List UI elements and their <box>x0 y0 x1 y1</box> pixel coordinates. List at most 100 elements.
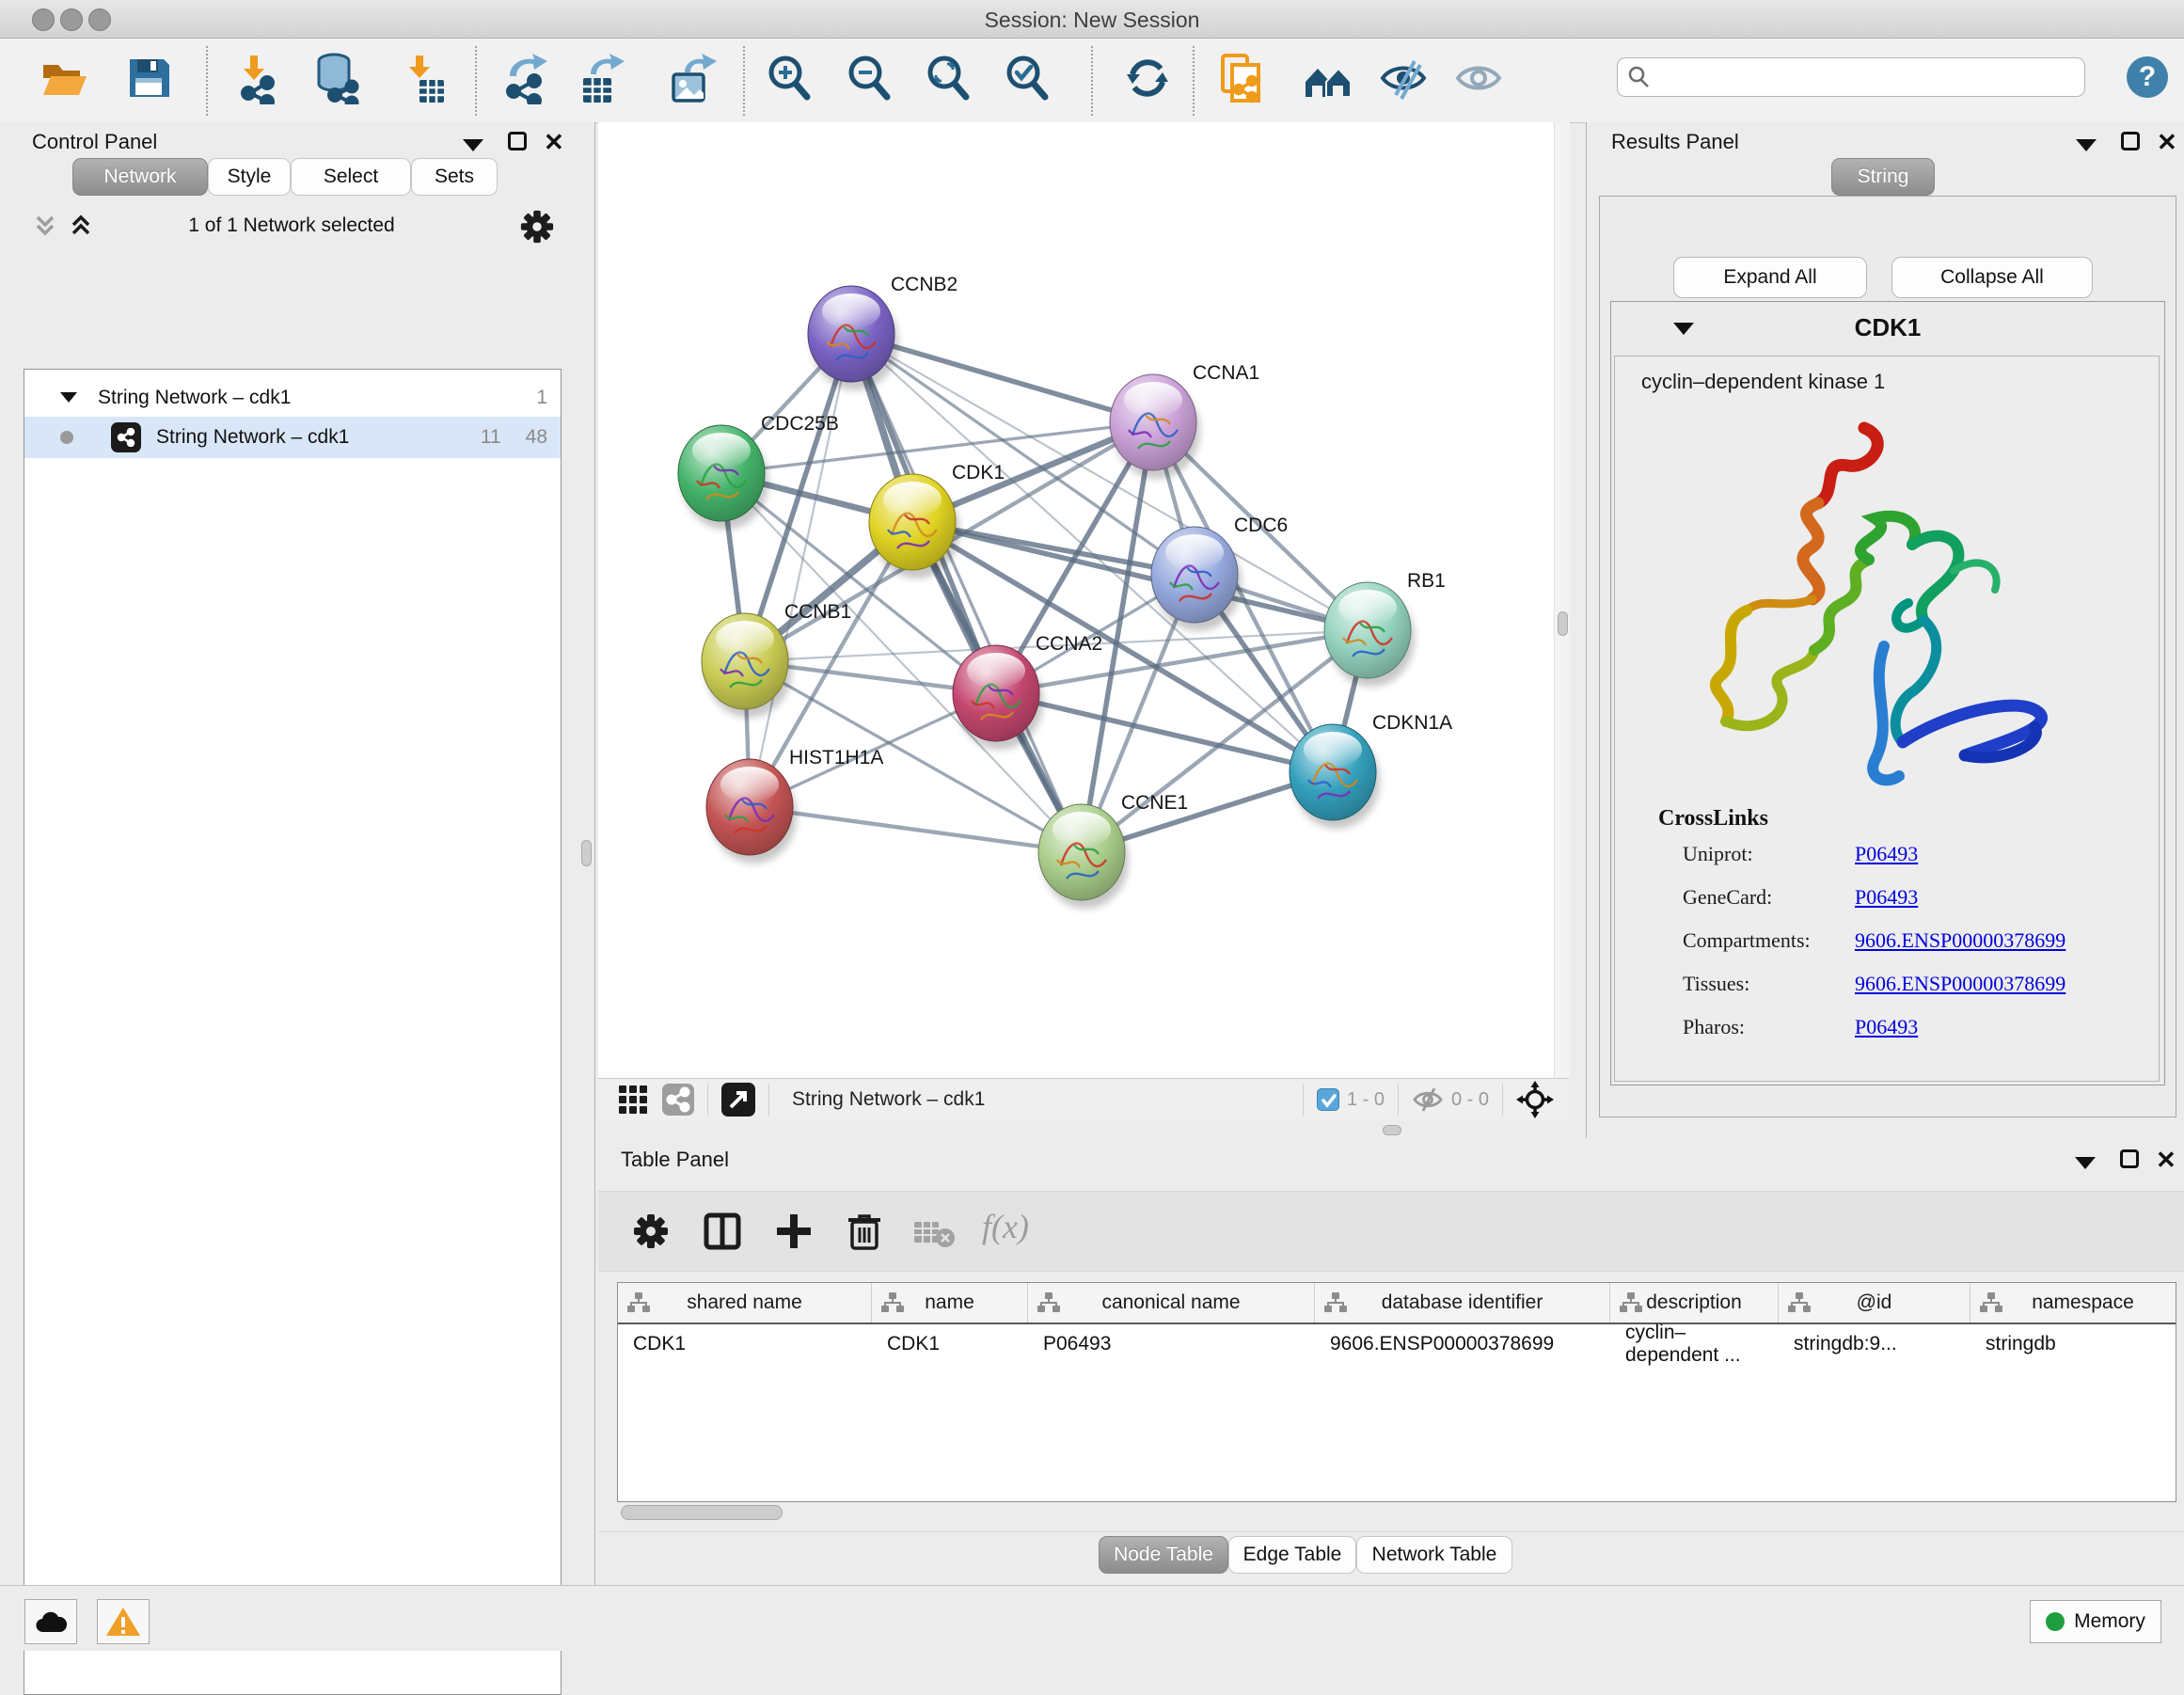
tab-edge-table[interactable]: Edge Table <box>1228 1536 1356 1574</box>
zoom-out-icon[interactable] <box>843 52 895 104</box>
column-header-name[interactable]: name <box>872 1283 1028 1323</box>
node-table[interactable]: shared namenamecanonical namedatabase id… <box>617 1282 2176 1502</box>
column-header-canonical-name[interactable]: canonical name <box>1028 1283 1315 1323</box>
network-node-cdkn1a[interactable] <box>1290 724 1380 829</box>
crosslink-label: Pharos: <box>1683 1015 1745 1039</box>
table-row[interactable]: CDK1CDK1P064939606.ENSP00000378699cyclin… <box>618 1324 2176 1364</box>
column-header-shared-name[interactable]: shared name <box>618 1283 872 1323</box>
network-node-ccna2[interactable] <box>953 645 1043 750</box>
tab-node-table[interactable]: Node Table <box>1099 1536 1228 1574</box>
column-header-database-identifier[interactable]: database identifier <box>1315 1283 1610 1323</box>
tab-network[interactable]: Network <box>72 158 208 196</box>
import-network-file-icon[interactable] <box>229 52 282 104</box>
table-cell[interactable]: cyclin–dependent ... <box>1610 1324 1779 1364</box>
open-in-window-icon[interactable] <box>721 1083 755 1117</box>
delete-column-trash-icon[interactable] <box>845 1211 884 1252</box>
hide-selected-eye-slash-icon[interactable] <box>1377 52 1430 104</box>
column-header--id[interactable]: @id <box>1779 1283 1970 1323</box>
network-node-hist1h1a[interactable] <box>706 759 797 863</box>
crosslink-link[interactable]: 9606.ENSP00000378699 <box>1855 972 2065 996</box>
table-cell[interactable]: CDK1 <box>872 1324 1028 1364</box>
network-collection-row[interactable]: String Network – cdk1 1 <box>24 377 561 419</box>
network-node-ccnb2[interactable] <box>808 286 898 390</box>
panel-close-icon[interactable]: ✕ <box>2157 128 2177 157</box>
tab-network-table[interactable]: Network Table <box>1356 1536 1512 1574</box>
network-selection-status: 1 of 1 Network selected <box>113 214 470 237</box>
network-node-cdc25b[interactable] <box>678 425 768 530</box>
tab-string[interactable]: String <box>1831 158 1935 196</box>
table-cell[interactable]: stringdb <box>1970 1324 2176 1364</box>
show-columns-icon[interactable] <box>704 1212 741 1250</box>
fit-selected-crosshair-icon[interactable] <box>1516 1081 1554 1118</box>
function-builder-icon: f(x) <box>982 1207 1029 1246</box>
crosslink-link[interactable]: 9606.ENSP00000378699 <box>1855 928 2065 953</box>
tab-style[interactable]: Style <box>208 158 291 196</box>
network-scrollbar[interactable] <box>1554 122 1570 1078</box>
save-session-icon[interactable] <box>122 52 175 104</box>
network-canvas[interactable]: CCNB2CCNA1CDC25BCDK1CDC6RB1CCNB1CCNA2CDK… <box>598 122 1569 1078</box>
left-splitter-grip[interactable] <box>581 840 592 866</box>
table-cell[interactable]: CDK1 <box>618 1324 872 1364</box>
status-bar: Memory <box>0 1585 2184 1651</box>
open-session-icon[interactable] <box>38 52 90 104</box>
horizontal-splitter-grip[interactable] <box>1383 1125 1401 1135</box>
tab-sets[interactable]: Sets <box>411 158 498 196</box>
collapse-all-chevron-icon[interactable] <box>68 213 94 239</box>
network-node-cdk1[interactable] <box>869 474 959 578</box>
network-scrollbar-grip[interactable] <box>1558 611 1568 636</box>
network-node-cdc6[interactable] <box>1151 527 1242 631</box>
export-table-icon[interactable] <box>576 52 628 104</box>
network-row-selected[interactable]: String Network – cdk1 11 48 <box>24 417 561 458</box>
table-options-gear-icon[interactable] <box>632 1212 670 1250</box>
table-hscrollbar[interactable] <box>617 1504 2175 1519</box>
search-input[interactable] <box>1659 66 2084 89</box>
home-icon[interactable] <box>1302 52 1354 104</box>
column-header-description[interactable]: description <box>1610 1283 1779 1323</box>
network-snapshot-icon[interactable] <box>1215 52 1268 104</box>
string-share-icon[interactable] <box>662 1084 694 1116</box>
birdseye-grid-icon[interactable] <box>619 1085 647 1114</box>
import-table-icon[interactable] <box>395 52 448 104</box>
network-options-gear-icon[interactable] <box>519 209 555 245</box>
crosslink-link[interactable]: P06493 <box>1855 842 1918 866</box>
crosslink-link[interactable]: P06493 <box>1855 885 1918 910</box>
panel-close-icon[interactable]: ✕ <box>2156 1146 2176 1175</box>
expand-all-button[interactable]: Expand All <box>1673 257 1867 298</box>
network-node-ccna1[interactable] <box>1110 374 1200 479</box>
panel-close-icon[interactable]: ✕ <box>544 128 564 157</box>
panel-menu-icon[interactable] <box>2076 139 2097 152</box>
panel-menu-icon[interactable] <box>463 139 483 152</box>
column-header-namespace[interactable]: namespace <box>1970 1283 2176 1323</box>
cloud-button[interactable] <box>24 1599 77 1644</box>
export-image-icon[interactable] <box>666 52 719 104</box>
table-cell[interactable]: P06493 <box>1028 1324 1315 1364</box>
network-node-ccne1[interactable] <box>1038 804 1129 909</box>
expand-all-chevron-icon[interactable] <box>32 213 58 239</box>
warning-button[interactable] <box>97 1599 150 1644</box>
panel-float-icon[interactable] <box>2120 1149 2139 1168</box>
panel-float-icon[interactable] <box>508 132 527 150</box>
collapse-all-button[interactable]: Collapse All <box>1891 257 2093 298</box>
export-network-icon[interactable] <box>500 52 553 104</box>
zoom-in-icon[interactable] <box>763 52 815 104</box>
show-all-eye-icon[interactable] <box>1452 52 1505 104</box>
memory-button[interactable]: Memory <box>2030 1600 2161 1643</box>
create-column-plus-icon[interactable] <box>775 1212 813 1250</box>
table-hscrollbar-grip[interactable] <box>621 1505 783 1520</box>
crosslink-link[interactable]: P06493 <box>1855 1015 1918 1039</box>
refresh-icon[interactable] <box>1121 52 1174 104</box>
selected-nodes-checkbox[interactable] <box>1317 1088 1339 1111</box>
table-cell[interactable]: stringdb:9... <box>1779 1324 1970 1364</box>
search-box[interactable] <box>1617 57 2085 97</box>
panel-menu-icon[interactable] <box>2075 1157 2096 1170</box>
zoom-fit-icon[interactable] <box>922 52 974 104</box>
tab-select[interactable]: Select <box>291 158 411 196</box>
import-network-database-icon[interactable] <box>309 52 362 104</box>
table-cell[interactable]: 9606.ENSP00000378699 <box>1315 1324 1610 1364</box>
panel-float-icon[interactable] <box>2121 132 2140 150</box>
zoom-selected-icon[interactable] <box>1001 52 1053 104</box>
tree-expand-icon[interactable] <box>60 392 77 404</box>
help-button[interactable]: ? <box>2127 56 2168 98</box>
network-node-rb1[interactable] <box>1324 582 1415 687</box>
crosslink-row: Uniprot:P06493 <box>1615 842 2159 885</box>
